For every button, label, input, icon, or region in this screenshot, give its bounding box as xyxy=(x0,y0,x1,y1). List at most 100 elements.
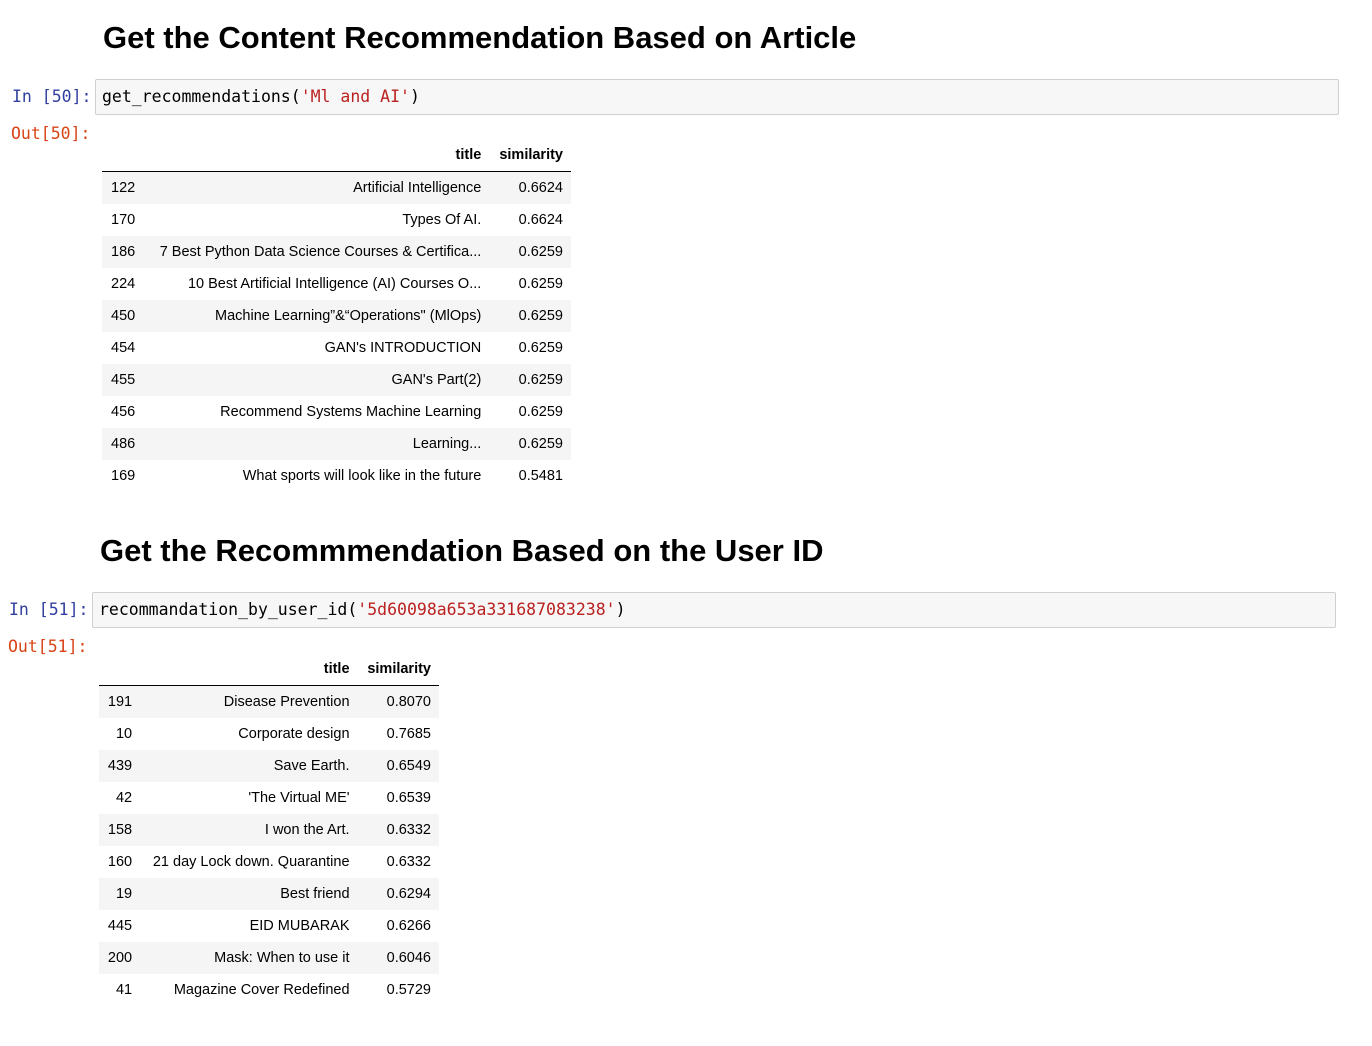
code-string-argument: '5d60098a653a331687083238' xyxy=(357,600,616,619)
row-title: GAN's INTRODUCTION xyxy=(324,340,482,356)
table-row: 445 EID MUBARAK 0.6266 xyxy=(99,910,439,942)
table-row: 200 Mask: When to use it 0.6046 xyxy=(99,942,439,974)
row-title: Types Of AI. xyxy=(402,212,482,228)
row-similarity: 0.6539 xyxy=(386,790,431,806)
row-index: 10 xyxy=(115,726,133,742)
section-heading-user-id: Get the Recommmendation Based on the Use… xyxy=(100,533,824,568)
row-similarity: 0.5481 xyxy=(518,468,563,484)
row-similarity: 0.6624 xyxy=(518,212,563,228)
table-row: 10 Corporate design 0.7685 xyxy=(99,718,439,750)
row-title: Best friend xyxy=(280,886,350,902)
row-index: 170 xyxy=(111,212,136,228)
table-row: 486 Learning... 0.6259 xyxy=(102,428,571,460)
code-function-call: get_recommendations( xyxy=(102,87,301,106)
index-header xyxy=(102,139,144,172)
section-heading-article: Get the Content Recommendation Based on … xyxy=(103,20,857,55)
row-index: 186 xyxy=(111,244,136,260)
column-header-similarity: similarity xyxy=(357,653,439,686)
row-title: 10 Best Artificial Intelligence (AI) Cou… xyxy=(187,276,482,292)
row-index: 200 xyxy=(107,950,133,966)
row-title: Magazine Cover Redefined xyxy=(173,982,350,998)
row-title: Mask: When to use it xyxy=(214,950,350,966)
table-body: 122 Artificial Intelligence 0.6624 170 Types… xyxy=(102,171,571,493)
row-title: GAN's Part(2) xyxy=(391,372,482,388)
out-prompt-50: Out[50]: xyxy=(11,124,91,143)
table-row: 122 Artificial Intelligence 0.6624 xyxy=(102,171,571,204)
row-similarity: 0.6259 xyxy=(518,340,563,356)
column-header-similarity: similarity xyxy=(489,139,571,172)
table-row: 439 Save Earth. 0.6549 xyxy=(99,750,439,782)
in-prompt-51: In [51]: xyxy=(9,600,89,619)
table-row: 170 Types Of AI. 0.6624 xyxy=(102,204,571,236)
table-row: 19 Best friend 0.6294 xyxy=(99,878,439,910)
row-title: Corporate design xyxy=(238,726,350,742)
table-row: 41 Magazine Cover Redefined 0.5729 xyxy=(99,974,439,1006)
table-row: 456 Recommend Systems Machine Learning 0.6… xyxy=(102,396,571,428)
row-title: Learning... xyxy=(412,436,482,452)
row-index: 19 xyxy=(115,886,133,902)
row-title: Recommend Systems Machine Learning xyxy=(220,404,482,420)
table-row: 224 10 Best Artificial Intelligence (AI) … xyxy=(102,268,571,300)
table-row: 158 I won the Art. 0.6332 xyxy=(99,814,439,846)
row-title: Disease Prevention xyxy=(223,694,350,710)
column-header-title: title xyxy=(140,653,358,686)
row-index: 158 xyxy=(107,822,133,838)
row-title: 7 Best Python Data Science Courses & Cer… xyxy=(159,244,482,260)
row-similarity: 0.6624 xyxy=(518,180,563,196)
row-index: 445 xyxy=(107,918,133,934)
row-title: Artificial Intelligence xyxy=(353,180,482,196)
column-header-title: title xyxy=(143,139,490,172)
row-similarity: 0.8070 xyxy=(386,694,431,710)
row-similarity: 0.6266 xyxy=(386,918,431,934)
code-close-paren: ) xyxy=(409,87,420,106)
row-index: 41 xyxy=(115,982,133,998)
table-row: 454 GAN's INTRODUCTION 0.6259 xyxy=(102,332,571,364)
row-similarity: 0.5729 xyxy=(386,982,431,998)
table-row: 169 What sports will look like in the fut… xyxy=(102,460,571,492)
row-index: 191 xyxy=(107,694,133,710)
row-similarity: 0.6259 xyxy=(518,404,563,420)
index-header xyxy=(99,653,141,686)
row-index: 439 xyxy=(107,758,133,774)
in-prompt-50: In [50]: xyxy=(12,87,92,106)
row-title: 'The Virtual ME' xyxy=(248,790,350,806)
row-similarity: 0.6332 xyxy=(386,822,431,838)
row-index: 42 xyxy=(115,790,133,806)
row-index: 160 xyxy=(107,854,133,870)
row-similarity: 0.6259 xyxy=(518,308,563,324)
row-similarity: 0.6332 xyxy=(386,854,431,870)
row-index: 456 xyxy=(111,404,136,420)
table-body: 191 Disease Prevention 0.8070 10 Corporate d… xyxy=(99,685,439,1007)
row-similarity: 0.7685 xyxy=(386,726,431,742)
row-title: Machine Learning”&“Operations" (MlOps) xyxy=(215,308,482,324)
row-similarity: 0.6549 xyxy=(386,758,431,774)
row-similarity: 0.6294 xyxy=(386,886,431,902)
row-title: Save Earth. xyxy=(273,758,350,774)
table-header-row: title similarity xyxy=(99,653,439,686)
code-cell-51[interactable]: recommandation_by_user_id('5d60098a653a3… xyxy=(92,592,1336,628)
table-header-row: title similarity xyxy=(102,139,571,172)
row-similarity: 0.6259 xyxy=(518,372,563,388)
row-index: 455 xyxy=(111,372,136,388)
row-index: 486 xyxy=(111,436,136,452)
row-index: 454 xyxy=(111,340,136,356)
code-function-call: recommandation_by_user_id( xyxy=(99,600,358,619)
row-index: 122 xyxy=(111,180,136,196)
row-title: What sports will look like in the future xyxy=(242,468,482,484)
table-row: 455 GAN's Part(2) 0.6259 xyxy=(102,364,571,396)
row-title: 21 day Lock down. Quarantine xyxy=(152,854,350,870)
code-string-argument: 'Ml and AI' xyxy=(300,87,410,106)
code-cell-50[interactable]: get_recommendations('Ml and AI') xyxy=(95,79,1339,115)
row-similarity: 0.6259 xyxy=(518,244,563,260)
row-index: 450 xyxy=(111,308,136,324)
table-row: 450 Machine Learning”&“Operations" (MlOps… xyxy=(102,300,571,332)
table-row: 186 7 Best Python Data Science Courses & … xyxy=(102,236,571,268)
row-similarity: 0.6259 xyxy=(518,436,563,452)
dataframe-table-article: title similarity 122 Artificial Intellige… xyxy=(102,139,571,492)
row-similarity: 0.6046 xyxy=(386,950,431,966)
row-similarity: 0.6259 xyxy=(518,276,563,292)
out-prompt-51: Out[51]: xyxy=(8,637,88,656)
dataframe-table-user: title similarity 191 Disease Prevention 0.… xyxy=(99,653,439,1006)
code-close-paren: ) xyxy=(615,600,626,619)
row-title: I won the Art. xyxy=(264,822,350,838)
